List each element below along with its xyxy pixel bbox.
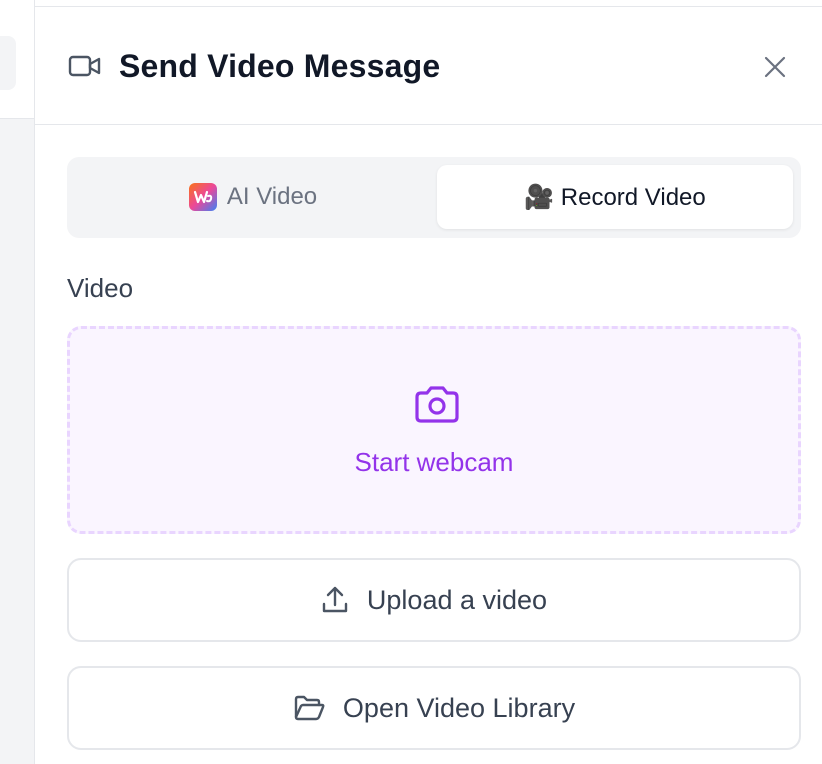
upload-video-label: Upload a video <box>366 584 548 615</box>
tab-ai-video-label: AI Video <box>226 183 318 210</box>
send-video-dialog: Send Video Message AI Video 🎥 Record Vid… <box>34 0 822 764</box>
upload-video-button[interactable]: Upload a video <box>67 558 801 642</box>
camera-icon <box>415 386 459 423</box>
video-type-tabs: AI Video 🎥 Record Video <box>67 157 801 238</box>
open-video-library-button[interactable]: Open Video Library <box>67 666 801 750</box>
folder-open-icon <box>293 695 325 721</box>
tab-ai-video[interactable]: AI Video <box>75 165 431 229</box>
background-collapse-handle <box>0 36 16 90</box>
upload-icon <box>321 585 349 615</box>
tab-record-video-label: 🎥 Record Video <box>524 183 706 211</box>
start-webcam-dropzone[interactable]: Start webcam <box>67 326 801 534</box>
dialog-header: Send Video Message <box>35 7 822 125</box>
video-section-label: Video <box>67 273 134 303</box>
ai-video-app-icon <box>188 183 217 211</box>
tab-record-video[interactable]: 🎥 Record Video <box>437 165 793 229</box>
video-camera-icon <box>68 55 101 77</box>
open-video-library-label: Open Video Library <box>342 692 576 723</box>
background-page <box>0 0 34 764</box>
dialog-title: Send Video Message <box>119 48 441 84</box>
close-icon[interactable] <box>761 53 789 81</box>
start-webcam-label: Start webcam <box>354 447 514 477</box>
